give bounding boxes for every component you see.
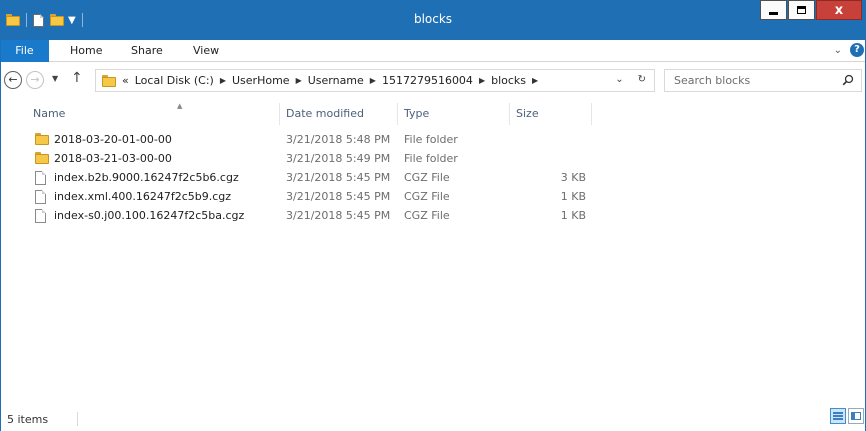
details-view-button[interactable] [830,408,846,424]
breadcrumb: « Local Disk (C:) ▶ UserHome ▶ Username … [122,74,538,87]
maximize-icon [797,6,806,14]
list-item[interactable]: index.b2b.9000.16247f2c5b6.cgz 3/21/2018… [0,168,866,187]
large-icons-view-icon [851,412,861,420]
close-button[interactable]: x [816,0,862,20]
ribbon-right: ⌄ ? [834,43,864,57]
minimize-button[interactable] [760,0,787,20]
up-arrow-icon[interactable]: ↑ [71,70,83,86]
file-name: 2018-03-21-03-00-00 [54,152,172,165]
chevron-right-icon[interactable]: ▶ [479,76,485,85]
list-item[interactable]: index.xml.400.16247f2c5b9.cgz 3/21/2018 … [0,187,866,206]
forward-button[interactable]: → [26,71,44,89]
file-icon [35,171,46,185]
breadcrumb-item[interactable]: Username [308,74,364,87]
column-header-type[interactable]: Type [398,103,510,125]
recent-locations-icon[interactable]: ▼ [52,74,58,83]
refresh-icon[interactable]: ↻ [638,74,646,85]
list-item[interactable]: index-s0.j00.100.16247f2c5ba.cgz 3/21/20… [0,206,866,225]
folder-icon [35,133,49,145]
file-name: index.b2b.9000.16247f2c5b6.cgz [54,171,239,184]
title-bar: ▼ blocks x [0,0,866,40]
chevron-right-icon[interactable]: ▶ [370,76,376,85]
file-type: CGZ File [404,190,450,203]
column-header-name[interactable]: Name ▲ [27,102,280,125]
file-size: 1 KB [560,190,586,203]
file-date: 3/21/2018 5:45 PM [286,190,391,203]
chevron-right-icon[interactable]: ▶ [296,76,302,85]
item-count: 5 items [7,413,49,426]
large-icons-view-button[interactable] [848,408,864,424]
window-title: blocks [413,12,453,26]
window-controls: x [759,0,862,20]
file-type: CGZ File [404,171,450,184]
search-input[interactable]: Search blocks [674,74,750,87]
view-toggle [830,408,864,424]
chevron-right-icon[interactable]: ▶ [532,76,538,85]
list-item[interactable]: 2018-03-21-03-00-00 3/21/2018 5:49 PM Fi… [0,149,866,168]
file-type: CGZ File [404,209,450,222]
status-bar: 5 items [0,404,866,431]
address-actions: ⌄ ↻ [615,74,646,85]
file-size: 1 KB [560,209,586,222]
forward-arrow-icon: → [30,73,40,86]
file-name: index.xml.400.16247f2c5b9.cgz [54,190,232,203]
folder-icon [102,74,116,87]
column-headers: Name ▲ Date modified Type Size [0,102,866,125]
ribbon-tabs: File Home Share View ⌄ ? [0,40,866,62]
navigation-bar: ← → ▼ ↑ « Local Disk (C:) ▶ UserHome ▶ U… [0,63,866,97]
column-header-date[interactable]: Date modified [280,103,398,125]
window-border [0,40,1,431]
tab-view[interactable]: View [193,40,219,62]
breadcrumb-overflow[interactable]: « [122,74,129,87]
file-list: 2018-03-20-01-00-00 3/21/2018 5:48 PM Fi… [0,130,866,225]
address-bar[interactable]: « Local Disk (C:) ▶ UserHome ▶ Username … [95,69,655,92]
details-view-icon [833,412,843,420]
column-header-size[interactable]: Size [510,103,592,125]
file-icon [35,209,46,223]
search-icon[interactable] [842,74,854,86]
breadcrumb-item[interactable]: blocks [491,74,526,87]
address-history-icon[interactable]: ⌄ [615,74,623,85]
file-date: 3/21/2018 5:49 PM [286,152,391,165]
file-date: 3/21/2018 5:45 PM [286,209,391,222]
column-label: Name [33,107,66,120]
list-item[interactable]: 2018-03-20-01-00-00 3/21/2018 5:48 PM Fi… [0,130,866,149]
back-arrow-icon: ← [8,73,18,86]
back-button[interactable]: ← [4,71,22,89]
breadcrumb-item[interactable]: 1517279516004 [382,74,473,87]
file-name: index-s0.j00.100.16247f2c5ba.cgz [54,209,245,222]
search-box[interactable]: Search blocks [664,69,862,92]
folder-icon [35,152,49,164]
breadcrumb-item[interactable]: UserHome [232,74,290,87]
tab-home[interactable]: Home [70,40,102,62]
file-icon [35,190,46,204]
maximize-button[interactable] [788,0,815,20]
file-type: File folder [404,152,458,165]
breadcrumb-item[interactable]: Local Disk (C:) [135,74,214,87]
chevron-down-icon[interactable]: ⌄ [834,45,842,56]
file-date: 3/21/2018 5:48 PM [286,133,391,146]
status-divider [77,412,78,426]
file-name: 2018-03-20-01-00-00 [54,133,172,146]
help-icon[interactable]: ? [850,43,864,57]
sort-ascending-icon: ▲ [177,102,183,110]
file-date: 3/21/2018 5:45 PM [286,171,391,184]
minimize-icon [769,11,778,15]
file-size: 3 KB [560,171,586,184]
tab-file[interactable]: File [0,40,49,62]
close-icon: x [834,2,844,18]
chevron-right-icon[interactable]: ▶ [220,76,226,85]
tab-share[interactable]: Share [131,40,163,62]
file-type: File folder [404,133,458,146]
